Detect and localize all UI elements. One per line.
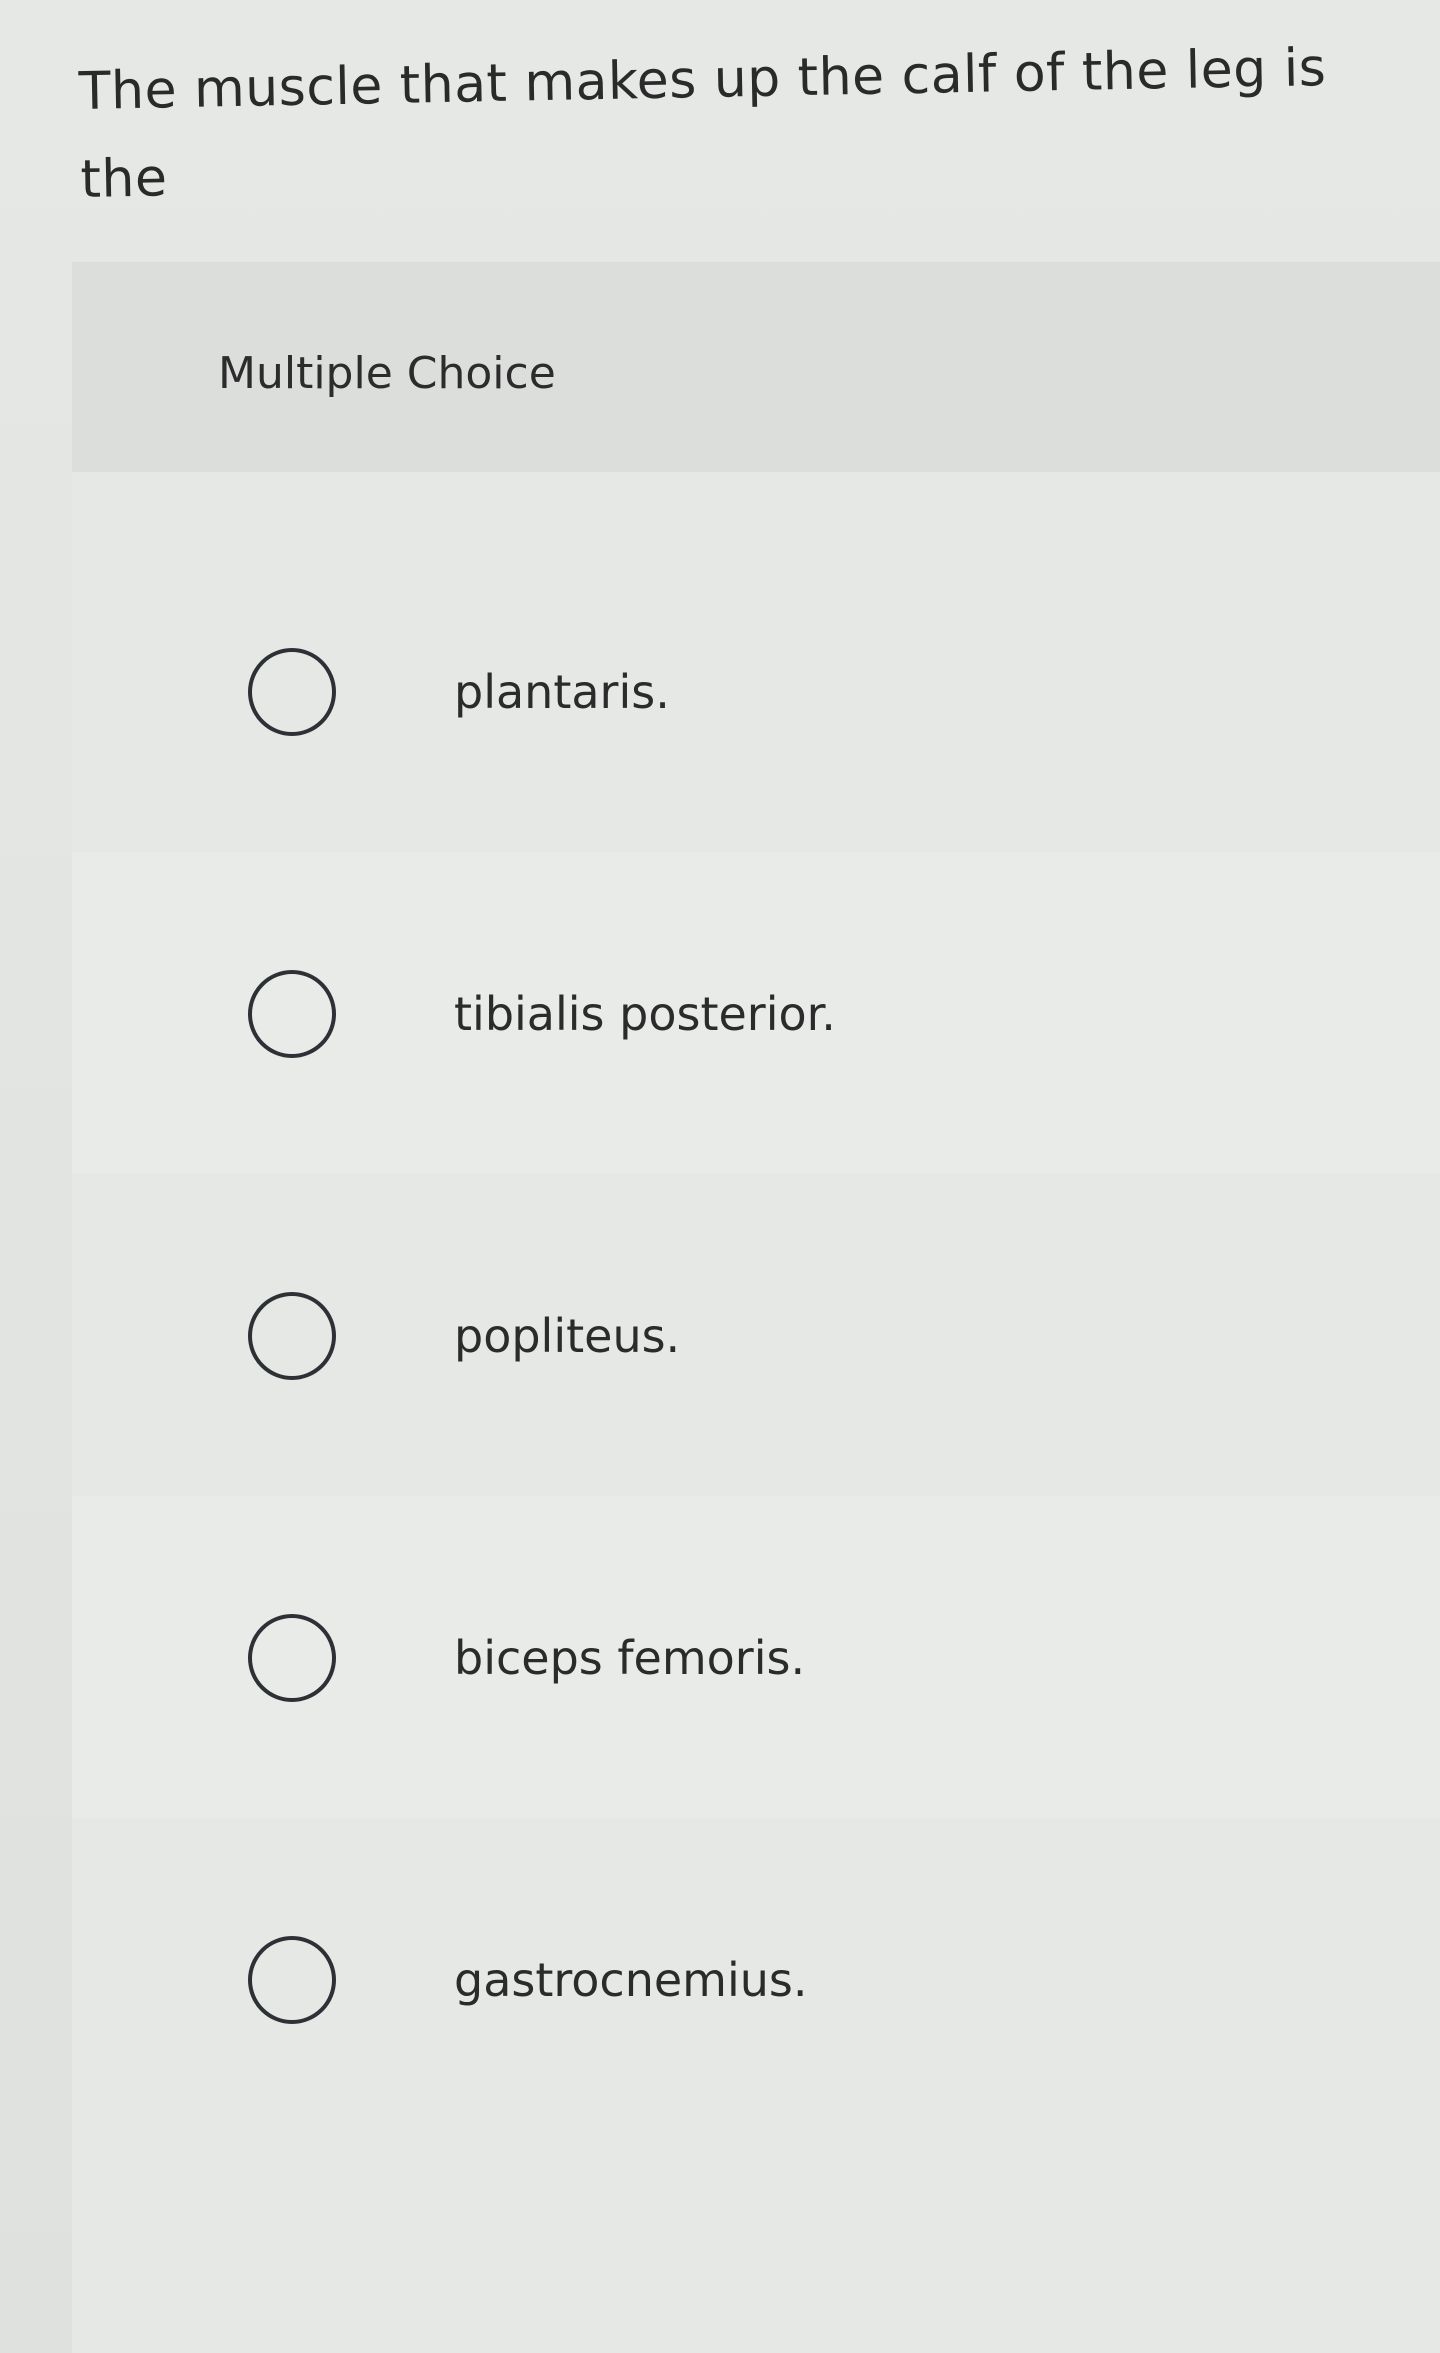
choice-option[interactable]: gastrocnemius. [72,1818,1440,2140]
choice-label[interactable]: tibialis posterior. [454,982,836,1046]
radio-button-unselected[interactable] [248,1614,336,1702]
panel-header: Multiple Choice [72,262,1440,472]
question-text: The muscle that makes up the calf of the… [78,38,1327,210]
radio-button-unselected[interactable] [248,648,336,736]
choice-option[interactable]: biceps femoris. [72,1496,1440,1818]
choice-label[interactable]: biceps femoris. [454,1626,805,1690]
choice-option[interactable]: popliteus. [72,1174,1440,1496]
choice-option[interactable]: tibialis posterior. [72,852,1440,1174]
answer-choices: plantaris. tibialis posterior. popliteus… [72,530,1440,2140]
choice-option[interactable]: plantaris. [72,530,1440,852]
radio-button-unselected[interactable] [248,1292,336,1380]
radio-button-unselected[interactable] [248,1936,336,2024]
radio-button-unselected[interactable] [248,970,336,1058]
choice-label[interactable]: gastrocnemius. [454,1948,808,2012]
choice-label[interactable]: popliteus. [454,1304,680,1368]
question-type-label: Multiple Choice [218,348,556,399]
choice-label[interactable]: plantaris. [454,660,670,724]
